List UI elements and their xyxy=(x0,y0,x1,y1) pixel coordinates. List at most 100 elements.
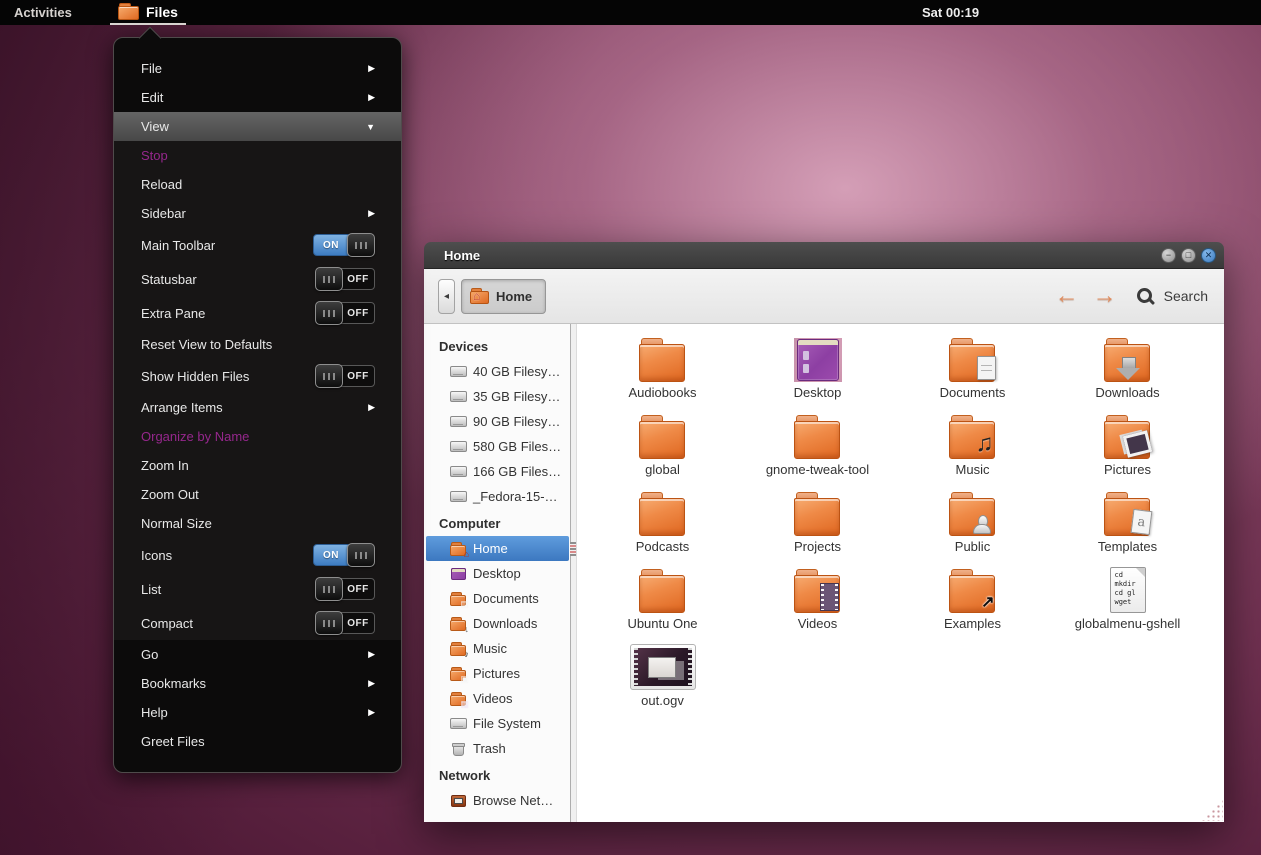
file-item-music[interactable]: ♫Music xyxy=(895,409,1050,486)
menu-item-label: Stop xyxy=(141,148,375,163)
menu-item-help[interactable]: Help▶ xyxy=(114,698,401,727)
sidebar-item-40-gb-filesy[interactable]: 40 GB Filesy… xyxy=(424,359,570,384)
file-item-projects[interactable]: Projects xyxy=(740,486,895,563)
app-menu-button[interactable]: Files xyxy=(110,0,186,25)
sidebar-item-label: Downloads xyxy=(473,616,537,631)
toggle-switch-list-off[interactable]: OFF xyxy=(315,578,375,600)
breadcrumb-home-button[interactable]: ⌂ Home xyxy=(461,279,546,314)
sidebar-item-file-system[interactable]: File System xyxy=(424,711,570,736)
sidebar-item-music[interactable]: ♪Music xyxy=(424,636,570,661)
resize-grip[interactable] xyxy=(1201,799,1223,821)
titlebar[interactable]: Home − □ ✕ xyxy=(424,242,1224,269)
file-item-videos[interactable]: Videos xyxy=(740,563,895,640)
file-item-global[interactable]: global xyxy=(585,409,740,486)
menu-item-normal-size[interactable]: Normal Size xyxy=(114,509,401,538)
activities-button[interactable]: Activities xyxy=(14,0,72,25)
file-item-pictures[interactable]: Pictures xyxy=(1050,409,1205,486)
clock[interactable]: Sat 00:19 xyxy=(922,0,979,25)
folder-link-emblem-icon: ↗ xyxy=(981,592,994,612)
sidebar-item-downloads[interactable]: ↓Downloads xyxy=(424,611,570,636)
menu-item-zoom-out[interactable]: Zoom Out xyxy=(114,480,401,509)
view-submenu-section: Stop ReloadSidebar▶Main ToolbarONStatusba… xyxy=(114,141,401,640)
sidebar-item-desktop[interactable]: Desktop xyxy=(424,561,570,586)
menu-item-label: View xyxy=(141,119,366,134)
menu-item-reload[interactable]: Reload xyxy=(114,170,401,199)
file-item-out-ogv[interactable]: out.ogv xyxy=(585,640,740,717)
menu-item-show-hidden-files[interactable]: Show Hidden FilesOFF xyxy=(114,359,401,393)
menu-item-list[interactable]: ListOFF xyxy=(114,572,401,606)
file-item-public[interactable]: Public xyxy=(895,486,1050,563)
sidebar-item-pictures[interactable]: ▣Pictures xyxy=(424,661,570,686)
menu-item-view[interactable]: View▼ xyxy=(114,112,401,141)
menu-item-sidebar[interactable]: Sidebar▶ xyxy=(114,199,401,228)
menu-item-arrange-items[interactable]: Arrange Items▶ xyxy=(114,393,401,422)
file-item-gnome-tweak-tool[interactable]: gnome-tweak-tool xyxy=(740,409,895,486)
sidebar-item-166-gb-files[interactable]: 166 GB Files… xyxy=(424,459,570,484)
menu-item-go[interactable]: Go▶ xyxy=(114,640,401,669)
file-item-podcasts[interactable]: Podcasts xyxy=(585,486,740,563)
drive-icon xyxy=(450,489,467,505)
folder-public-icon xyxy=(949,492,997,536)
pane-splitter[interactable] xyxy=(570,324,577,822)
menu-item-zoom-in[interactable]: Zoom In xyxy=(114,451,401,480)
sidebar-item-label: Desktop xyxy=(473,566,521,581)
search-button[interactable]: Search xyxy=(1164,288,1208,304)
menu-item-statusbar[interactable]: StatusbarOFF xyxy=(114,262,401,296)
menu-item-reset-view-to-defaults[interactable]: Reset View to Defaults xyxy=(114,330,401,359)
file-item-downloads[interactable]: Downloads xyxy=(1050,332,1205,409)
file-item-audiobooks[interactable]: Audiobooks xyxy=(585,332,740,409)
search-icon[interactable] xyxy=(1137,288,1154,305)
back-arrow-button[interactable]: ← xyxy=(1055,284,1079,308)
sidebar-item-videos[interactable]: ▦Videos xyxy=(424,686,570,711)
toggle-switch-show-hidden-files-off[interactable]: OFF xyxy=(315,365,375,387)
switch-handle-icon xyxy=(315,577,343,601)
menu-item-icons[interactable]: IconsON xyxy=(114,538,401,572)
toggle-switch-icons-on[interactable]: ON xyxy=(313,544,375,566)
sidebar-item-fedora-15[interactable]: _Fedora-15-… xyxy=(424,484,570,509)
sidebar-item-90-gb-filesy[interactable]: 90 GB Filesy… xyxy=(424,409,570,434)
menu-item-greet-files[interactable]: Greet Files xyxy=(114,727,401,756)
menu-item-label: Greet Files xyxy=(141,734,375,749)
file-icon-slot xyxy=(949,332,997,382)
folder-templates-icon: a xyxy=(1104,492,1152,536)
file-icon-slot xyxy=(794,486,842,536)
file-item-examples[interactable]: ↗ Examples xyxy=(895,563,1050,640)
sidebar-item-browse-net[interactable]: Browse Net… xyxy=(424,788,570,813)
switch-grip-icon xyxy=(323,373,335,380)
files-window: Home − □ ✕ ◂ ⌂ Home ← → Search Devices40… xyxy=(424,242,1224,822)
file-label: Examples xyxy=(944,616,1001,631)
switch-grip-icon xyxy=(323,586,335,593)
menu-item-label: Go xyxy=(141,647,368,662)
window-title: Home xyxy=(444,248,1156,263)
toggle-switch-main-toolbar-on[interactable]: ON xyxy=(313,234,375,256)
file-icon-slot xyxy=(794,409,842,459)
file-item-documents[interactable]: Documents xyxy=(895,332,1050,409)
path-collapse-button[interactable]: ◂ xyxy=(438,279,455,314)
file-icon-slot: ♫ xyxy=(949,409,997,459)
sidebar-item-home[interactable]: ⌂Home xyxy=(426,536,569,561)
close-button[interactable]: ✕ xyxy=(1201,248,1216,263)
menu-item-compact[interactable]: CompactOFF xyxy=(114,606,401,640)
file-item-ubuntu-one[interactable]: Ubuntu One xyxy=(585,563,740,640)
file-item-templates[interactable]: aTemplates xyxy=(1050,486,1205,563)
menu-item-main-toolbar[interactable]: Main ToolbarON xyxy=(114,228,401,262)
file-label: Projects xyxy=(794,539,841,554)
toggle-switch-extra-pane-off[interactable]: OFF xyxy=(315,302,375,324)
sidebar-item-580-gb-files[interactable]: 580 GB Files… xyxy=(424,434,570,459)
menu-item-bookmarks[interactable]: Bookmarks▶ xyxy=(114,669,401,698)
menu-item-file[interactable]: File▶ xyxy=(114,54,401,83)
switch-handle-icon xyxy=(315,611,343,635)
minimize-button[interactable]: − xyxy=(1161,248,1176,263)
toggle-switch-statusbar-off[interactable]: OFF xyxy=(315,268,375,290)
maximize-button[interactable]: □ xyxy=(1181,248,1196,263)
sidebar-item-documents[interactable]: ▤Documents xyxy=(424,586,570,611)
sidebar-item-35-gb-filesy[interactable]: 35 GB Filesy… xyxy=(424,384,570,409)
file-item-globalmenu-gshell[interactable]: cd mkdir cd gl wgetglobalmenu-gshell xyxy=(1050,563,1205,640)
sidebar-item-trash[interactable]: Trash xyxy=(424,736,570,761)
file-item-desktop[interactable]: Desktop xyxy=(740,332,895,409)
desktop-icon xyxy=(450,566,467,582)
menu-item-edit[interactable]: Edit▶ xyxy=(114,83,401,112)
menu-item-extra-pane[interactable]: Extra PaneOFF xyxy=(114,296,401,330)
toggle-switch-compact-off[interactable]: OFF xyxy=(315,612,375,634)
forward-arrow-button[interactable]: → xyxy=(1093,284,1117,308)
